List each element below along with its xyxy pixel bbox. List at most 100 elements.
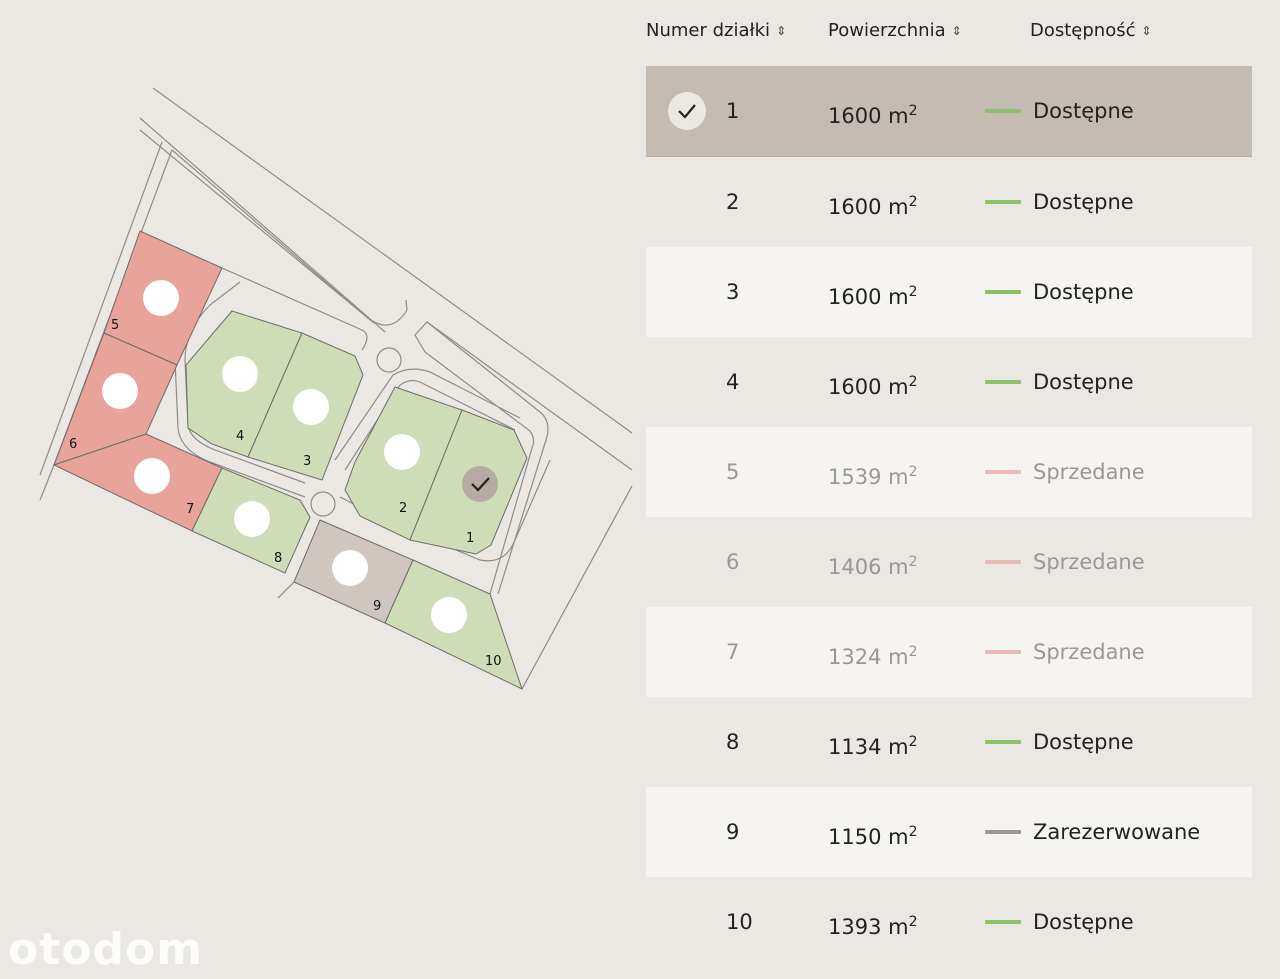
plot-number: 1 <box>726 99 740 123</box>
availability-status: Sprzedane <box>985 517 1145 607</box>
table-row[interactable]: 3 1600 m2 Dostępne <box>646 247 1252 337</box>
selected-check-button[interactable] <box>668 92 706 130</box>
plot-label: 8 <box>274 551 282 566</box>
plot-label: 7 <box>186 502 194 517</box>
area-value: 1600 <box>828 195 882 219</box>
status-indicator <box>985 740 1021 744</box>
table-row[interactable]: 1 1600 m2 Dostępne <box>646 66 1252 157</box>
status-label: Dostępne <box>1033 280 1134 304</box>
area-unit: m <box>888 735 909 759</box>
area-unit: m <box>888 104 909 128</box>
status-label: Dostępne <box>1033 910 1134 934</box>
plot-label: 5 <box>111 318 119 333</box>
area-unit: m <box>888 465 909 489</box>
plot-label: 9 <box>373 599 381 614</box>
plot-marker[interactable] <box>102 373 138 409</box>
sort-updown-icon: ⇕ <box>1141 23 1152 38</box>
plot-area: 1600 m2 <box>828 247 918 337</box>
table-row[interactable]: 2 1600 m2 Dostępne <box>646 157 1252 247</box>
availability-status: Dostępne <box>985 337 1134 427</box>
plot-area: 1134 m2 <box>828 697 918 787</box>
area-value: 1393 <box>828 915 882 939</box>
area-unit-power: 2 <box>908 374 918 390</box>
plot-marker[interactable] <box>234 501 270 537</box>
plot-label: 4 <box>236 429 244 444</box>
plot-area: 1539 m2 <box>828 427 918 517</box>
plot-area: 1406 m2 <box>828 517 918 607</box>
plot-number: 6 <box>726 550 740 574</box>
table-row[interactable]: 5 1539 m2 Sprzedane <box>646 427 1252 517</box>
plot-label: 1 <box>466 531 474 546</box>
plot-marker[interactable] <box>431 597 467 633</box>
status-label: Dostępne <box>1033 190 1134 214</box>
area-value: 1600 <box>828 375 882 399</box>
plot-number: 10 <box>726 910 753 934</box>
header-number: Numer działki <box>646 20 771 41</box>
status-label: Dostępne <box>1033 99 1134 123</box>
table-row[interactable]: 8 1134 m2 Dostępne <box>646 697 1252 787</box>
plot-number: 2 <box>726 190 740 214</box>
area-value: 1150 <box>828 825 882 849</box>
area-value: 1324 <box>828 645 882 669</box>
area-value: 1600 <box>828 104 882 128</box>
availability-status: Sprzedane <box>985 427 1145 517</box>
area-value: 1539 <box>828 465 882 489</box>
sort-by-number-button[interactable]: Numer działki ⇕ <box>646 20 786 41</box>
status-label: Zarezerwowane <box>1033 820 1201 844</box>
area-unit-power: 2 <box>908 103 918 119</box>
plot-map: 1 2 3 4 5 6 7 8 9 10 <box>39 87 633 690</box>
status-label: Sprzedane <box>1033 550 1145 574</box>
check-icon <box>678 104 696 119</box>
table-row[interactable]: 9 1150 m2 Zarezerwowane <box>646 787 1252 877</box>
plot-marker[interactable] <box>384 434 420 470</box>
status-indicator <box>985 470 1021 474</box>
table-row[interactable]: 10 1393 m2 Dostępne <box>646 877 1252 967</box>
plot-marker[interactable] <box>293 389 329 425</box>
status-indicator <box>985 290 1021 294</box>
plot-marker[interactable] <box>143 280 179 316</box>
availability-status: Sprzedane <box>985 607 1145 697</box>
sort-updown-icon: ⇕ <box>951 23 962 38</box>
area-unit: m <box>888 645 909 669</box>
area-unit-power: 2 <box>908 554 918 570</box>
sort-updown-icon: ⇕ <box>776 23 787 38</box>
status-indicator <box>985 560 1021 564</box>
area-unit: m <box>888 285 909 309</box>
table-row[interactable]: 6 1406 m2 Sprzedane <box>646 517 1252 607</box>
area-unit-power: 2 <box>908 914 918 930</box>
plot-label: 2 <box>399 501 407 516</box>
header-availability: Dostępność <box>1030 20 1136 41</box>
header-area: Powierzchnia <box>828 20 946 41</box>
area-unit-power: 2 <box>908 824 918 840</box>
plot-number: 4 <box>726 370 740 394</box>
status-label: Dostępne <box>1033 370 1134 394</box>
sort-by-area-button[interactable]: Powierzchnia ⇕ <box>828 20 962 41</box>
availability-status: Dostępne <box>985 157 1134 247</box>
status-indicator <box>985 109 1021 113</box>
table-row[interactable]: 4 1600 m2 Dostępne <box>646 337 1252 427</box>
plot-area: 1324 m2 <box>828 607 918 697</box>
sort-by-availability-button[interactable]: Dostępność ⇕ <box>1030 20 1152 41</box>
plot-marker[interactable] <box>134 458 170 494</box>
area-value: 1134 <box>828 735 882 759</box>
area-unit-power: 2 <box>908 734 918 750</box>
plot-area: 1600 m2 <box>828 66 918 156</box>
plot-number: 9 <box>726 820 740 844</box>
table-header: Numer działki ⇕ Powierzchnia ⇕ Dostępnoś… <box>646 0 1252 66</box>
table-row[interactable]: 7 1324 m2 Sprzedane <box>646 607 1252 697</box>
area-value: 1600 <box>828 285 882 309</box>
plot-marker[interactable] <box>332 550 368 586</box>
plot-area: 1150 m2 <box>828 787 918 877</box>
plot-area: 1600 m2 <box>828 157 918 247</box>
availability-status: Zarezerwowane <box>985 787 1200 877</box>
plot-marker[interactable] <box>222 356 258 392</box>
status-indicator <box>985 920 1021 924</box>
area-unit-power: 2 <box>908 464 918 480</box>
plot-area: 1393 m2 <box>828 877 918 967</box>
selected-plot-marker[interactable] <box>462 466 498 502</box>
plot-area: 1600 m2 <box>828 337 918 427</box>
area-unit-power: 2 <box>908 194 918 210</box>
availability-status: Dostępne <box>985 697 1134 787</box>
plot-number: 5 <box>726 460 740 484</box>
status-label: Sprzedane <box>1033 460 1145 484</box>
